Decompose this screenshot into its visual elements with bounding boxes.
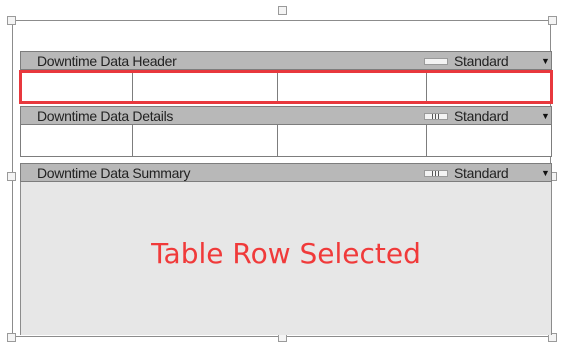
chevron-down-icon[interactable]: ▼ [541,111,550,121]
resize-handle-icon[interactable] [7,16,16,25]
column-marker-icon [424,170,448,177]
style-dropdown-summary[interactable]: Standard [454,165,509,181]
section-title-header: Downtime Data Header [37,53,177,69]
resize-handle-icon[interactable] [7,333,16,342]
column-marker-icon [424,58,448,65]
summary-section-body[interactable]: Table Row Selected [20,182,552,335]
section-bar-details[interactable]: Downtime Data Details Standard ▼ [20,106,552,125]
section-bar-header[interactable]: Downtime Data Header Standard ▼ [20,51,552,70]
style-dropdown-details[interactable]: Standard [454,108,509,124]
chevron-down-icon[interactable]: ▼ [541,56,550,66]
selected-row-highlight [19,70,553,104]
resize-handle-icon[interactable] [278,6,287,15]
chevron-down-icon[interactable]: ▼ [541,168,550,178]
column-divider [277,125,278,156]
resize-handle-icon[interactable] [548,16,557,25]
report-designer-canvas: Downtime Data Header Standard ▼ Downtime… [0,0,563,349]
table-row-details[interactable] [20,125,552,157]
style-dropdown-header[interactable]: Standard [454,53,509,69]
resize-handle-icon[interactable] [7,172,16,181]
section-bar-summary[interactable]: Downtime Data Summary Standard ▼ [20,163,552,182]
column-marker-icon [424,113,448,120]
status-message: Table Row Selected [151,237,421,270]
section-title-details: Downtime Data Details [37,108,174,124]
section-title-summary: Downtime Data Summary [37,165,191,181]
column-divider [426,125,427,156]
column-divider [132,125,133,156]
